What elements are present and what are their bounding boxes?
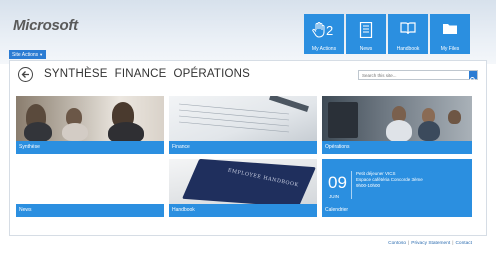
folder-icon: [430, 22, 470, 40]
tile-handbook-content[interactable]: EMPLOYEE HANDBOOK Handbook: [169, 159, 317, 217]
server-rack: [328, 102, 358, 138]
search-box: [358, 70, 478, 83]
actions-count: 2: [326, 23, 334, 38]
microsoft-logo: Microsoft: [13, 17, 78, 34]
operations-photo: [322, 96, 472, 142]
book-icon: [388, 22, 428, 40]
tile-label: Opérations: [322, 141, 472, 154]
tile-synthese[interactable]: Synthèse: [16, 96, 164, 154]
tile-label: My Files: [440, 46, 460, 52]
calendar-day: 09: [328, 173, 347, 192]
tile-label: Synthèse: [16, 141, 164, 154]
back-arrow-icon[interactable]: [18, 67, 33, 82]
person-figure: [62, 123, 88, 141]
person-figure: [448, 110, 461, 124]
tile-handbook[interactable]: Handbook: [388, 14, 428, 54]
footer-separator: |: [408, 241, 410, 246]
nav-operations[interactable]: OPÉRATIONS: [173, 68, 250, 80]
calendar-event: Petit déjeuner VICS Espace cafétéria Con…: [356, 171, 423, 189]
tile-label: News: [359, 46, 373, 52]
person-figure: [386, 120, 412, 142]
team-meeting-photo: [16, 96, 164, 144]
tile-label: My Actions: [311, 46, 337, 52]
person-figure: [24, 122, 52, 142]
tile-label: Handbook: [396, 46, 420, 52]
footer-separator: |: [452, 241, 454, 246]
content-grid: Synthèse Finance Opérations News EMPLOYE…: [16, 96, 472, 217]
calendar-month: JUIN: [329, 194, 339, 199]
handbook-photo: EMPLOYEE HANDBOOK: [169, 159, 317, 208]
top-tiles: 2 My Actions News Handbook My Files: [304, 14, 470, 54]
tile-my-actions[interactable]: 2 My Actions: [304, 14, 344, 54]
footer-link-contact[interactable]: Contact: [455, 241, 472, 246]
person-figure: [418, 121, 440, 141]
document-icon: [346, 21, 386, 43]
search-input[interactable]: [359, 71, 467, 79]
site-actions-menu[interactable]: Site Actions▼: [9, 50, 47, 59]
main-panel: SYNTHÈSE FINANCE OPÉRATIONS Synthèse: [9, 60, 487, 236]
financial-report-photo: [169, 96, 317, 141]
report-lines: [178, 96, 309, 133]
hand-icon: [304, 22, 344, 43]
tile-label: Calendrier: [322, 204, 472, 217]
tile-news[interactable]: News: [346, 14, 386, 54]
search-button[interactable]: [469, 71, 477, 83]
tile-label: Handbook: [169, 204, 317, 217]
footer-link-privacy[interactable]: Privacy Statement: [411, 241, 450, 246]
footer-links: Contoso | Privacy Statement | Contact: [388, 241, 472, 246]
event-time: 9h00-10h00: [356, 183, 381, 188]
site-actions-label: Site Actions: [12, 52, 39, 58]
nav-finance[interactable]: FINANCE: [115, 68, 167, 80]
tile-my-files[interactable]: My Files: [430, 14, 470, 54]
top-navigation: SYNTHÈSE FINANCE OPÉRATIONS: [44, 68, 250, 80]
tile-operations[interactable]: Opérations: [322, 96, 472, 154]
tile-news-content[interactable]: News: [16, 159, 164, 217]
tile-calendar[interactable]: 09 JUIN Petit déjeuner VICS Espace cafét…: [322, 159, 472, 217]
footer-link-contoso[interactable]: Contoso: [388, 241, 406, 246]
nav-synthese[interactable]: SYNTHÈSE: [44, 68, 108, 80]
search-icon: [470, 77, 476, 83]
tile-finance[interactable]: Finance: [169, 96, 317, 154]
tile-label: Finance: [169, 141, 317, 154]
calendar-divider: [351, 171, 352, 199]
chevron-down-icon: ▼: [39, 52, 44, 57]
tile-label: News: [16, 204, 164, 217]
